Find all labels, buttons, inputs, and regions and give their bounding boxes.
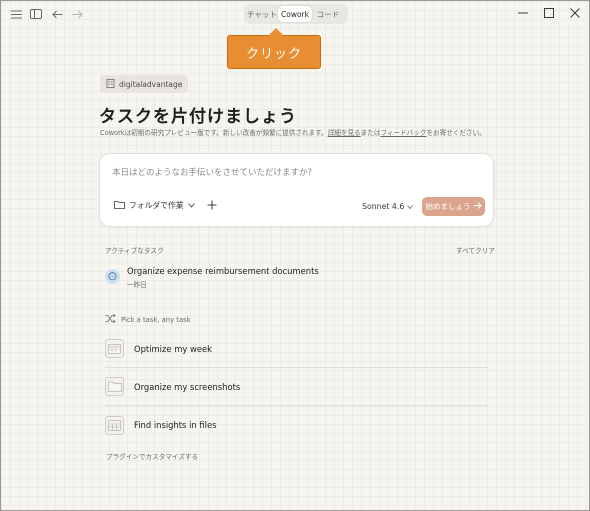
page-title: タスクを片付けましょう bbox=[99, 107, 297, 127]
task-timestamp: 一昨日 bbox=[127, 281, 147, 289]
intro-text: Coworkは初期の研究プレビュー版です。新しい改善が頻繁に提供されます。詳細を… bbox=[100, 127, 486, 137]
suggestion-label: Organize my screenshots bbox=[134, 381, 241, 392]
workspace-name: digitaladvantage bbox=[119, 79, 183, 89]
customize-with-plugins-link[interactable]: プラグインでカスタマイズする bbox=[106, 451, 198, 461]
add-attachment-button[interactable] bbox=[205, 198, 219, 212]
workspace-badge[interactable]: digitaladvantage bbox=[100, 75, 189, 93]
plus-icon bbox=[207, 200, 217, 210]
model-name: Sonnet 4.6 bbox=[362, 202, 405, 211]
intro-text-pre: Coworkは初期の研究プレビュー版です。新しい改善が頻繁に提供されます。 bbox=[100, 129, 328, 137]
prompt-input[interactable]: 本日はどのようなお手伝いをさせていただけますか？ bbox=[112, 166, 316, 178]
suggestion-label: Find insights in files bbox=[134, 420, 217, 430]
model-selector[interactable]: Sonnet 4.6 bbox=[362, 202, 414, 211]
learn-more-link[interactable]: 詳細を見る bbox=[328, 129, 361, 137]
app-window: チャット Cowork コード クリック digitaladvantage タス… bbox=[0, 0, 590, 511]
shuffle-icon bbox=[105, 313, 116, 325]
minimize-icon[interactable] bbox=[516, 6, 530, 20]
building-icon bbox=[106, 78, 115, 90]
sidebar-toggle-icon[interactable] bbox=[28, 6, 44, 22]
list-item[interactable]: Organize expense reimbursement documents… bbox=[105, 265, 485, 291]
tab-chat[interactable]: チャット bbox=[246, 6, 278, 22]
spreadsheet-icon bbox=[105, 415, 124, 435]
mode-tabs: チャット Cowork コード bbox=[244, 4, 348, 24]
arrow-right-icon bbox=[473, 202, 482, 211]
tab-cowork[interactable]: Cowork bbox=[278, 6, 312, 22]
close-icon[interactable] bbox=[568, 6, 582, 20]
suggestion-find-insights[interactable]: Find insights in files bbox=[105, 406, 488, 444]
title-bar: チャット Cowork コード bbox=[1, 1, 589, 27]
calendar-icon bbox=[105, 339, 124, 358]
folder-icon bbox=[105, 377, 124, 396]
click-callout: クリック bbox=[227, 28, 321, 69]
start-button[interactable]: 始めましょう bbox=[422, 197, 485, 216]
suggestion-label: Optimize my week bbox=[134, 343, 212, 354]
suggestion-organize-screenshots[interactable]: Organize my screenshots bbox=[105, 368, 488, 406]
pick-task-label: Pick a task, any task bbox=[121, 315, 191, 324]
task-title: Organize expense reimbursement documents bbox=[127, 266, 319, 276]
intro-text-mid: または bbox=[360, 129, 381, 137]
back-arrow-icon[interactable] bbox=[49, 6, 65, 22]
maximize-icon[interactable] bbox=[542, 6, 556, 20]
intro-text-post: をお寄せください。 bbox=[426, 129, 486, 137]
menu-icon[interactable] bbox=[8, 6, 24, 22]
forward-arrow-icon[interactable] bbox=[69, 6, 85, 22]
task-composer[interactable]: 本日はどのようなお手伝いをさせていただけますか？ フォルダで作業 Sonnet … bbox=[99, 153, 494, 227]
chevron-down-icon bbox=[187, 201, 195, 210]
work-in-folder-label: フォルダで作業 bbox=[129, 201, 184, 210]
tab-code[interactable]: コード bbox=[312, 6, 344, 22]
folder-icon bbox=[114, 200, 125, 211]
chat-bubble-icon bbox=[105, 269, 120, 284]
feedback-link[interactable]: フィードバック bbox=[380, 129, 426, 137]
active-tasks-label: アクティブなタスク bbox=[105, 247, 164, 255]
start-label: 始めましょう bbox=[425, 202, 471, 211]
suggestion-optimize-week[interactable]: Optimize my week bbox=[105, 330, 488, 368]
work-in-folder-button[interactable]: フォルダで作業 bbox=[114, 200, 195, 211]
chevron-down-icon bbox=[407, 202, 414, 211]
pick-task-header: Pick a task, any task bbox=[105, 313, 191, 325]
clear-all-button[interactable]: すべてクリア bbox=[456, 245, 495, 255]
